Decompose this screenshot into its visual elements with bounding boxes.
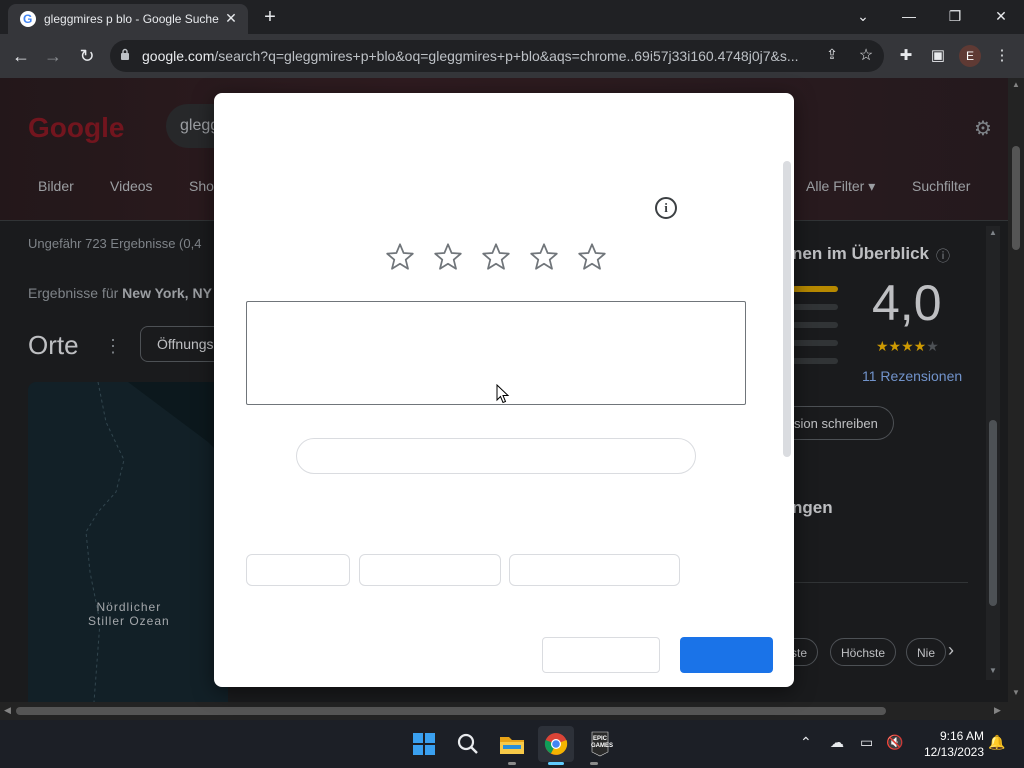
clock-date: 12/13/2023 — [923, 745, 984, 759]
address-bar[interactable]: google.com/search?q=gleggmires+p+blo&oq=… — [110, 40, 884, 72]
extensions-puzzle-icon[interactable]: ✚ — [894, 44, 918, 68]
cancel-button[interactable] — [542, 637, 660, 673]
rating-star-1[interactable] — [384, 241, 416, 273]
post-button[interactable] — [680, 637, 773, 673]
browser-menu-icon[interactable]: ⋮ — [990, 44, 1014, 68]
info-icon[interactable]: i — [655, 197, 677, 219]
rating-star-3[interactable] — [480, 241, 512, 273]
browser-toolbar: ← → ↻ google.com/search?q=gleggmires+p+b… — [0, 34, 1024, 78]
star-outline-icon — [578, 243, 606, 270]
google-favicon-icon: G — [20, 11, 36, 27]
chrome-taskbar-icon[interactable] — [538, 726, 574, 762]
lock-icon — [121, 48, 129, 60]
star-outline-icon — [434, 243, 462, 270]
network-offline-icon[interactable]: ☁ — [830, 734, 844, 751]
close-window-button[interactable]: ✕ — [986, 3, 1016, 29]
display-icon[interactable]: ▭ — [860, 734, 873, 751]
back-button[interactable]: ← — [8, 43, 34, 69]
tab-title: gleggmires p blo - Google Suche — [44, 12, 219, 26]
rating-star-4[interactable] — [528, 241, 560, 273]
star-outline-icon — [386, 243, 414, 270]
browser-tab[interactable]: G gleggmires p blo - Google Suche ✕ — [8, 4, 248, 34]
minimize-button[interactable]: — — [894, 3, 924, 29]
rating-star-2[interactable] — [432, 241, 464, 273]
option-chip-3[interactable] — [509, 554, 680, 586]
tab-strip: G gleggmires p blo - Google Suche ✕ + ⌄ … — [0, 0, 1024, 34]
clock-time: 9:16 AM — [939, 729, 984, 743]
rating-star-5[interactable] — [576, 241, 608, 273]
chrome-active-indicator — [548, 762, 564, 765]
forward-button[interactable]: → — [40, 43, 66, 69]
file-explorer-icon[interactable] — [494, 726, 530, 762]
star-outline-icon — [482, 243, 510, 270]
restore-button[interactable]: ❐ — [940, 3, 970, 29]
windows-start-icon[interactable] — [406, 726, 442, 762]
reload-button[interactable]: ↻ — [74, 43, 100, 69]
notification-bell-icon[interactable]: 🔔 — [988, 734, 1005, 751]
url-path: /search?q=gleggmires+p+blo&oq=gleggmires… — [214, 48, 799, 64]
share-icon[interactable]: ⇪ — [822, 46, 842, 66]
epic-games-icon[interactable]: EPIC GAMES — [582, 726, 618, 762]
mouse-cursor-icon — [496, 384, 510, 404]
url-domain: google.com — [142, 48, 215, 64]
taskbar-search-icon[interactable] — [450, 726, 486, 762]
epic-games-label: EPIC GAMES — [591, 736, 614, 749]
new-tab-button[interactable]: + — [258, 6, 282, 28]
tab-close-icon[interactable]: ✕ — [222, 9, 240, 27]
side-panel-icon[interactable]: ▣ — [926, 44, 950, 68]
add-photos-button[interactable] — [296, 438, 696, 474]
bookmark-star-icon[interactable]: ☆ — [856, 45, 876, 65]
taskbar-clock[interactable]: 9:16 AM 12/13/2023 — [914, 728, 984, 760]
volume-muted-icon[interactable]: 🔇 — [886, 734, 903, 751]
profile-avatar[interactable]: E — [959, 45, 981, 67]
windows-taskbar: EPIC GAMES ⌃ ☁ ▭ 🔇 9:16 AM 12/13/2023 🔔 — [0, 720, 1024, 768]
dialog-scrollbar-thumb[interactable] — [783, 161, 791, 457]
url-text: google.com/search?q=gleggmires+p+blo&oq=… — [142, 48, 814, 64]
tab-search-chevron-icon[interactable]: ⌄ — [848, 3, 878, 29]
explorer-running-indicator — [508, 762, 516, 765]
show-hidden-icons-chevron-icon[interactable]: ⌃ — [800, 734, 812, 751]
epic-running-indicator — [590, 762, 598, 765]
star-outline-icon — [530, 243, 558, 270]
option-chip-1[interactable] — [246, 554, 350, 586]
option-chip-2[interactable] — [359, 554, 501, 586]
